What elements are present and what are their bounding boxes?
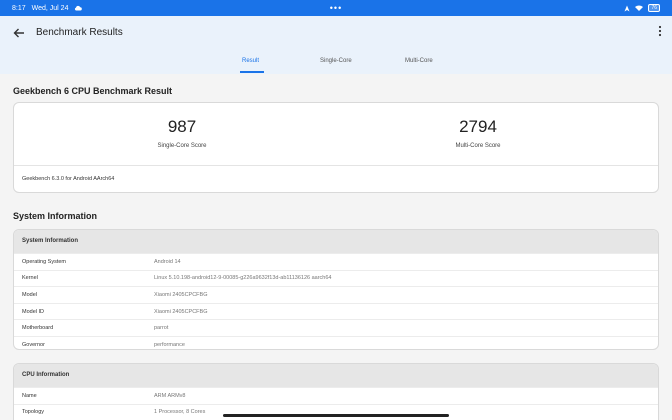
battery-icon: 76 bbox=[648, 4, 660, 12]
status-bar: 8:17 Wed, Jul 24 ••• 76 bbox=[0, 0, 672, 16]
row-key: Name bbox=[22, 392, 37, 399]
system-info-header: System Information bbox=[14, 230, 658, 253]
cpu-info-card: CPU Information Name ARM ARMv8 Topology … bbox=[13, 363, 659, 420]
tab-bar: Result Single-Core Multi-Core bbox=[0, 54, 672, 74]
back-arrow-icon[interactable] bbox=[10, 26, 28, 40]
single-core-score: 987 Single-Core Score bbox=[82, 117, 282, 149]
table-row: Name ARM ARMv8 bbox=[14, 387, 658, 404]
row-key: Kernel bbox=[22, 275, 38, 282]
row-key: Model bbox=[22, 291, 37, 298]
score-card: 987 Single-Core Score 2794 Multi-Core Sc… bbox=[13, 102, 659, 193]
tab-single-core[interactable]: Single-Core bbox=[320, 58, 352, 64]
geekbench-version: Geekbench 6.3.0 for Android AArch64 bbox=[22, 176, 115, 182]
table-row: Topology 1 Processor, 8 Cores bbox=[14, 403, 658, 420]
table-row: Operating System Android 14 bbox=[14, 253, 658, 270]
status-date: Wed, Jul 24 bbox=[31, 4, 69, 12]
system-section-title: System Information bbox=[13, 211, 98, 221]
row-value: parrot bbox=[154, 325, 169, 332]
row-key: Motherboard bbox=[22, 325, 54, 332]
page-title: Benchmark Results bbox=[36, 27, 123, 38]
more-vert-icon[interactable] bbox=[658, 25, 662, 40]
benchmark-title: Geekbench 6 CPU Benchmark Result bbox=[13, 86, 173, 96]
status-dots: ••• bbox=[329, 3, 343, 13]
multi-core-score-label: Multi-Core Score bbox=[455, 143, 501, 149]
home-indicator[interactable] bbox=[223, 414, 449, 417]
multi-core-score: 2794 Multi-Core Score bbox=[378, 117, 578, 149]
row-value: Linux 5.10.198-android12-9-00085-g226a96… bbox=[154, 275, 332, 282]
row-value: Xiaomi 2405CPCFBG bbox=[154, 291, 208, 298]
location-icon bbox=[624, 5, 630, 11]
single-core-score-value: 987 bbox=[167, 117, 197, 136]
system-info-card: System Information Operating System Andr… bbox=[13, 229, 659, 350]
row-key: Operating System bbox=[22, 258, 67, 265]
row-value: performance bbox=[154, 341, 185, 348]
tab-indicator bbox=[240, 71, 264, 73]
app-bar: Benchmark Results Result Single-Core Mul… bbox=[0, 16, 672, 74]
multi-core-score-value: 2794 bbox=[459, 117, 497, 136]
cpu-info-header: CPU Information bbox=[14, 364, 658, 387]
table-row: Kernel Linux 5.10.198-android12-9-00085-… bbox=[14, 269, 658, 287]
status-time: 8:17 bbox=[12, 4, 26, 12]
row-value: Xiaomi 2405CPCFBG bbox=[154, 308, 208, 315]
row-value: 1 Processor, 8 Cores bbox=[154, 409, 206, 416]
table-row: Model ID Xiaomi 2405CPCFBG bbox=[14, 302, 658, 320]
row-value: ARM ARMv8 bbox=[154, 392, 186, 399]
divider bbox=[14, 165, 658, 166]
row-value: Android 14 bbox=[154, 258, 181, 265]
cloud-icon bbox=[75, 5, 83, 11]
table-row: Motherboard parrot bbox=[14, 319, 658, 336]
wifi-icon bbox=[635, 5, 644, 11]
table-row: Governor performance bbox=[14, 335, 658, 349]
tab-multi-core[interactable]: Multi-Core bbox=[405, 58, 433, 64]
single-core-score-label: Single-Core Score bbox=[157, 143, 207, 149]
row-key: Governor bbox=[22, 341, 45, 348]
row-key: Model ID bbox=[22, 308, 45, 315]
table-row: Model Xiaomi 2405CPCFBG bbox=[14, 286, 658, 303]
row-key: Topology bbox=[22, 409, 45, 416]
tab-result[interactable]: Result bbox=[242, 58, 259, 64]
